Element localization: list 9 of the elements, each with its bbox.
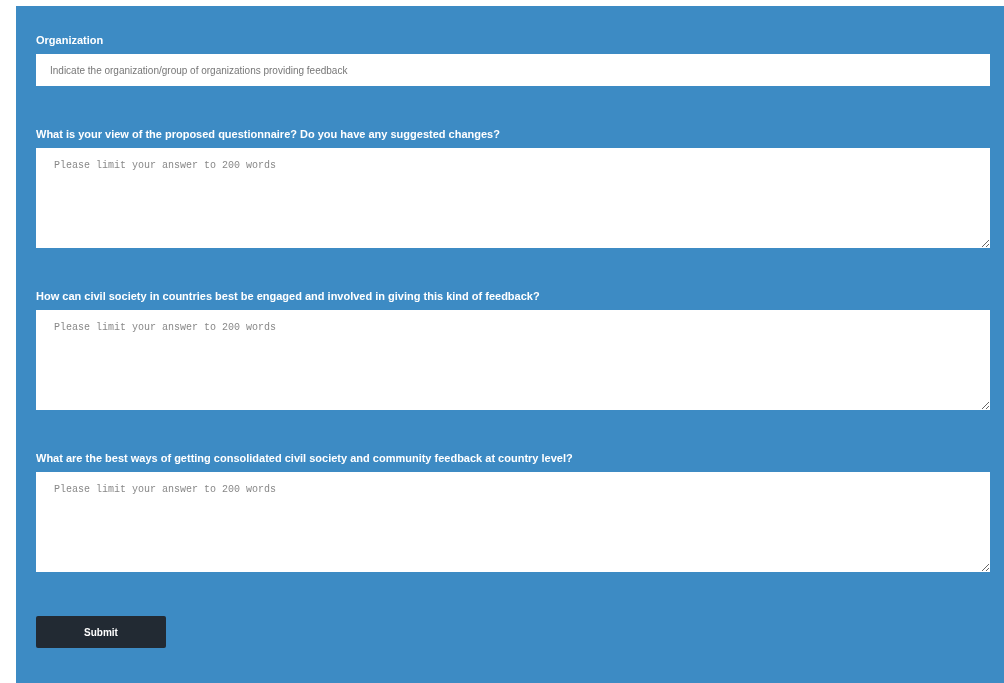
field-label: Organization — [36, 33, 105, 47]
input-field[interactable]: Indicate the organization/group of organizations providing feedback — [36, 54, 990, 86]
answer-box[interactable]: Please limit your answer to 200 words — [36, 472, 990, 572]
question-label: What are the best ways of getting consolidated civil society and community feedback at country level? — [36, 451, 574, 465]
question-label: How can civil society in countries best be engaged and involved in giving this kind of feedback? — [36, 289, 541, 303]
submit-button[interactable]: Submit — [36, 616, 166, 648]
answer-box[interactable]: Please limit your answer to 200 words — [36, 148, 990, 248]
answer-box[interactable]: Please limit your answer to 200 words — [36, 310, 990, 410]
question-label: What is your view of the proposed questionnaire? Do you have any suggested changes? — [36, 127, 501, 141]
